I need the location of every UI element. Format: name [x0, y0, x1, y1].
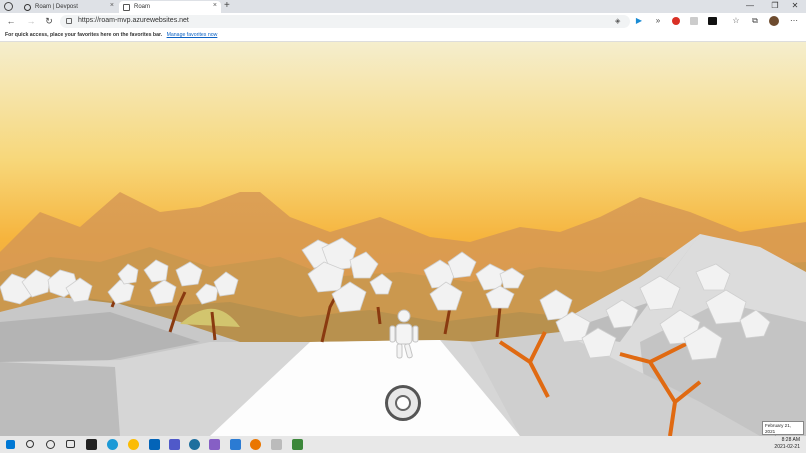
- media-icon[interactable]: ▶: [634, 16, 644, 26]
- devpost-favicon-icon: [24, 3, 31, 11]
- clock-date: 2021-02-21: [774, 444, 800, 450]
- close-window-button[interactable]: ✕: [784, 0, 806, 13]
- extension-icon[interactable]: [690, 17, 698, 25]
- url-text: https://roam-mvp.azurewebsites.net: [78, 17, 189, 24]
- forward-button[interactable]: →: [24, 15, 38, 28]
- imdb-icon[interactable]: [708, 17, 717, 25]
- close-tab-icon[interactable]: ×: [213, 2, 217, 9]
- blender-icon[interactable]: [250, 439, 261, 450]
- tree-trunk: [376, 306, 382, 325]
- read-aloud-icon[interactable]: ◈: [615, 17, 620, 25]
- terminal-icon[interactable]: [86, 439, 97, 450]
- task-view-icon[interactable]: [66, 440, 75, 448]
- address-bar[interactable]: https://roam-mvp.azurewebsites.net ◈: [60, 15, 630, 28]
- favorites-icon[interactable]: ☆: [731, 16, 741, 26]
- system-clock[interactable]: 8:28 AM 2021-02-21: [774, 437, 800, 451]
- menu-icon[interactable]: ⋯: [789, 16, 799, 26]
- maximize-button[interactable]: ❐: [764, 0, 786, 13]
- lock-icon: [66, 18, 72, 24]
- tab-label: Roam: [134, 4, 151, 10]
- browser-toolbar: ← → ↻ https://roam-mvp.azurewebsites.net…: [0, 13, 806, 30]
- profile-icon[interactable]: [769, 16, 779, 26]
- ground-left-shade: [0, 362, 120, 436]
- manage-favorites-link[interactable]: Manage favorites now: [167, 32, 218, 38]
- outlook-icon[interactable]: [149, 439, 160, 450]
- start-icon[interactable]: [6, 440, 15, 449]
- refresh-button[interactable]: ↻: [42, 15, 56, 28]
- forward-icon[interactable]: »: [653, 16, 663, 26]
- clock-time: 8:28 AM: [781, 437, 800, 443]
- minimize-button[interactable]: —: [739, 0, 761, 13]
- date-tooltip: February 21, 2021 Sunday: [762, 421, 804, 440]
- favorites-bar-message: For quick access, place your favorites h…: [5, 32, 163, 38]
- cortana-icon[interactable]: [46, 440, 55, 449]
- visual-studio-icon[interactable]: [209, 439, 220, 450]
- chrome-icon[interactable]: [128, 439, 139, 450]
- teams-icon[interactable]: [169, 439, 180, 450]
- edge-icon[interactable]: [107, 439, 118, 450]
- mail-icon[interactable]: [271, 439, 282, 450]
- nodejs-icon[interactable]: [292, 439, 303, 450]
- taskbar: 8:28 AM 2021-02-21: [0, 436, 806, 453]
- joystick-knob[interactable]: [395, 395, 411, 411]
- favorites-bar: For quick access, place your favorites h…: [0, 30, 806, 42]
- page-favicon-icon: [123, 3, 130, 11]
- tooltip-date: February 21, 2021: [765, 423, 792, 434]
- new-tab-button[interactable]: +: [224, 0, 230, 11]
- search-icon[interactable]: [26, 440, 34, 448]
- vscode-icon[interactable]: [230, 439, 241, 450]
- back-button[interactable]: ←: [4, 15, 18, 28]
- tab-devpost[interactable]: Roam | Devpost ×: [20, 1, 118, 13]
- tab-label: Roam | Devpost: [35, 4, 78, 10]
- window-menu-icon[interactable]: [4, 2, 13, 11]
- close-tab-icon[interactable]: ×: [110, 2, 114, 9]
- virtual-joystick[interactable]: [385, 385, 421, 421]
- scene-canvas: [0, 42, 806, 436]
- adblock-icon[interactable]: [672, 17, 680, 25]
- collections-icon[interactable]: ⧉: [750, 16, 760, 26]
- tab-roam[interactable]: Roam ×: [119, 1, 221, 13]
- tab-strip: Roam | Devpost × Roam × + — ❐ ✕: [0, 0, 806, 13]
- edge-dev-icon[interactable]: [189, 439, 200, 450]
- game-viewport[interactable]: [0, 42, 806, 436]
